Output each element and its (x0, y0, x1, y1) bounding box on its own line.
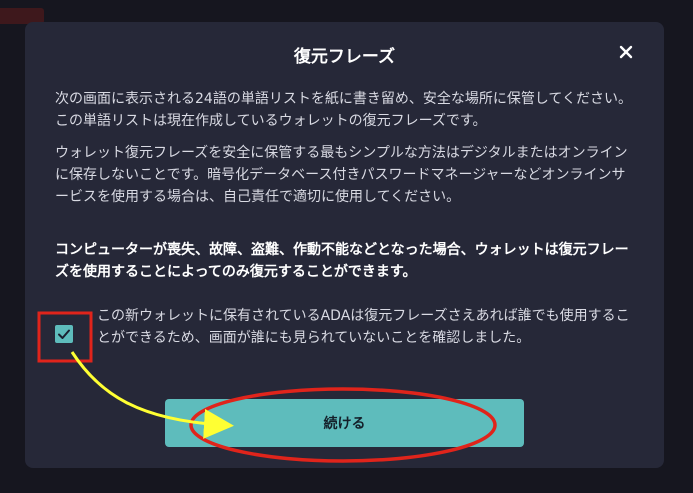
confirm-checkbox[interactable] (55, 325, 73, 343)
continue-button[interactable]: 続ける (165, 399, 524, 447)
confirm-label[interactable]: この新ウォレットに保有されているADAは復元フレーズさえあれば誰でも使用すること… (97, 305, 637, 349)
dialog-title: 復元フレーズ (293, 47, 396, 67)
close-icon (619, 45, 633, 59)
instruction-paragraph-1: 次の画面に表示される24語の単語リストを紙に書き留め、安全な場所に保管してくださ… (55, 91, 632, 129)
close-button[interactable] (616, 42, 636, 62)
recovery-phrase-dialog: 復元フレーズ 次の画面に表示される24語の単語リストを紙に書き留め、安全な場所に… (25, 22, 664, 468)
warning-paragraph: コンピューターが喪失、故障、盗難、作動不能などとなった場合、ウォレットは復元フレ… (55, 242, 629, 280)
instruction-paragraph-2: ウォレット復元フレーズを安全に保管する最もシンプルな方法はデジタルまたはオンライ… (55, 145, 628, 205)
confirmation-row: この新ウォレットに保有されているADAは復元フレーズさえあれば誰でも使用すること… (55, 305, 637, 371)
check-icon (58, 329, 70, 339)
